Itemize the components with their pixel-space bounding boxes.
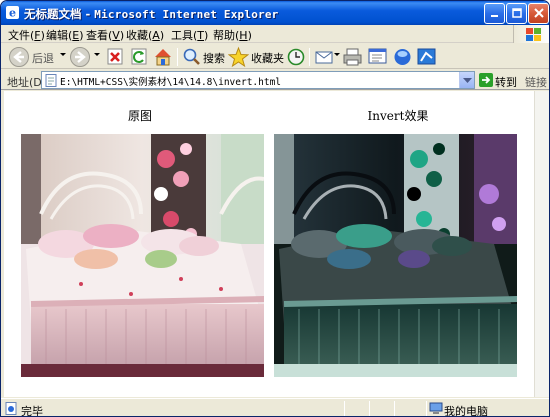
invert-caption: Invert效果 bbox=[367, 109, 429, 123]
page-done-icon bbox=[5, 402, 17, 415]
original-caption: 原图 bbox=[127, 109, 152, 123]
close-icon bbox=[533, 8, 544, 18]
ie-logo-icon: e bbox=[6, 6, 19, 20]
ie-window: e 无标题文档 - Microsoft Internet Explorer 文件… bbox=[0, 0, 550, 417]
stop-icon[interactable] bbox=[105, 46, 125, 68]
mail-dropdown-icon[interactable] bbox=[334, 53, 340, 56]
standard-toolbar: 后退 搜索 收藏夹 bbox=[1, 44, 549, 69]
menu-favorites[interactable]: 收藏(A) bbox=[126, 27, 164, 43]
favorites-button-label[interactable]: 收藏夹 bbox=[251, 50, 284, 66]
forward-dropdown-icon[interactable] bbox=[94, 53, 100, 56]
chevron-down-icon bbox=[463, 78, 472, 83]
go-arrow-icon[interactable] bbox=[479, 73, 493, 87]
messenger-icon[interactable] bbox=[392, 46, 413, 68]
edit-icon[interactable] bbox=[367, 46, 388, 68]
links-bar[interactable]: 链接 bbox=[525, 74, 547, 90]
go-button[interactable]: 转到 bbox=[495, 74, 517, 90]
windows-logo bbox=[513, 25, 549, 43]
minimize-icon bbox=[490, 15, 498, 17]
discuss-icon[interactable] bbox=[416, 46, 438, 68]
forward-arrow-icon[interactable] bbox=[69, 46, 91, 68]
status-text: 完毕 bbox=[21, 405, 43, 417]
search-icon[interactable] bbox=[182, 46, 202, 68]
mail-icon[interactable] bbox=[314, 46, 336, 68]
print-icon[interactable] bbox=[342, 46, 363, 68]
search-button-label[interactable]: 搜索 bbox=[203, 50, 225, 66]
menu-tools[interactable]: 工具(T) bbox=[171, 27, 208, 43]
menu-view[interactable]: 查看(V) bbox=[86, 27, 124, 43]
maximize-button[interactable] bbox=[506, 3, 527, 24]
page-icon bbox=[45, 74, 57, 87]
maximize-icon bbox=[511, 8, 522, 18]
my-computer-icon bbox=[429, 402, 443, 414]
back-button-label[interactable]: 后退 bbox=[32, 50, 54, 66]
home-icon[interactable] bbox=[152, 46, 174, 68]
address-bar: 地址(D) E:\HTML+CSS\实例素材\14\14.8\invert.ht… bbox=[1, 70, 549, 90]
security-zone: 我的电脑 bbox=[444, 405, 488, 417]
windows-flag-icon bbox=[526, 28, 541, 41]
svg-text:e: e bbox=[9, 7, 16, 20]
history-icon[interactable] bbox=[286, 46, 306, 68]
original-bedroom-photo bbox=[21, 134, 264, 377]
back-arrow-icon[interactable] bbox=[8, 46, 30, 68]
menu-edit[interactable]: 编辑(E) bbox=[46, 27, 84, 43]
address-url[interactable]: E:\HTML+CSS\实例素材\14\14.8\invert.html bbox=[60, 74, 281, 88]
page-content: 原图 Invert效果 bbox=[4, 91, 534, 397]
vertical-scrollbar[interactable] bbox=[534, 91, 549, 397]
inverted-bedroom-photo bbox=[274, 134, 517, 377]
address-input[interactable]: E:\HTML+CSS\实例素材\14\14.8\invert.html bbox=[41, 71, 475, 89]
address-dropdown-button[interactable] bbox=[459, 72, 474, 88]
menu-bar: 文件(F) 编辑(E) 查看(V) 收藏(A) 工具(T) 帮助(H) bbox=[1, 25, 549, 43]
minimize-button[interactable] bbox=[484, 3, 505, 24]
menu-file[interactable]: 文件(F) bbox=[8, 27, 45, 43]
status-bar: 完毕 我的电脑 bbox=[1, 398, 549, 417]
back-dropdown-icon[interactable] bbox=[60, 53, 66, 56]
menu-help[interactable]: 帮助(H) bbox=[213, 27, 252, 43]
refresh-icon[interactable] bbox=[129, 46, 149, 68]
title-bar[interactable]: e 无标题文档 - Microsoft Internet Explorer bbox=[1, 1, 549, 25]
favorites-star-icon[interactable] bbox=[228, 46, 249, 68]
window-title: 无标题文档 - Microsoft Internet Explorer bbox=[24, 7, 279, 21]
close-button[interactable] bbox=[528, 3, 549, 24]
